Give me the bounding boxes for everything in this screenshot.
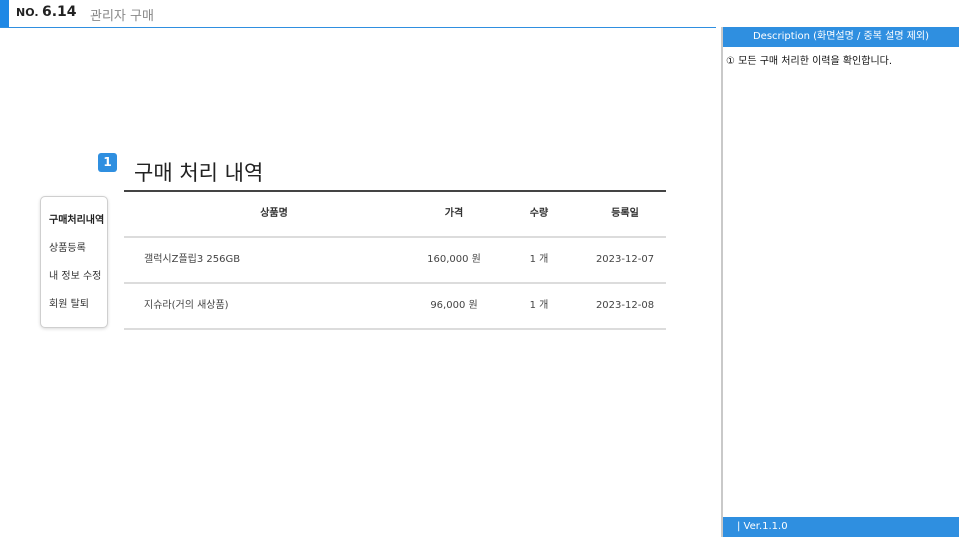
page-number-label: NO.: [16, 6, 39, 19]
section-title: 구매 처리 내역: [134, 161, 264, 185]
side-menu: 구매처리내역 상품등록 내 정보 수정 회원 탈퇴: [40, 196, 108, 328]
section-number-badge: 1: [98, 153, 117, 172]
page-number: 6.14: [42, 4, 77, 20]
qty-cell: 1 개: [529, 254, 549, 265]
column-header-date: 등록일: [611, 208, 639, 219]
date-cell: 2023-12-07: [595, 254, 655, 265]
description-panel: Description (화면설명 / 중복 설명 제외) ① 모든 구매 처리…: [721, 27, 959, 537]
side-menu-item-edit-profile[interactable]: 내 정보 수정: [49, 267, 101, 282]
column-header-qty: 수량: [529, 208, 549, 219]
side-menu-item-withdraw[interactable]: 회원 탈퇴: [49, 295, 89, 310]
description-header: Description (화면설명 / 중복 설명 제외): [723, 27, 959, 47]
page-title: 관리자 구매: [90, 9, 154, 24]
purchase-table: 상품명 가격 수량 등록일 갤럭시Z플립3 256GB 160,000 원 1 …: [124, 190, 666, 330]
header-accent-bar: [0, 0, 9, 27]
price-cell: 96,000 원: [430, 300, 478, 311]
date-cell: 2023-12-08: [595, 300, 655, 311]
column-header-name: 상품명: [260, 208, 288, 219]
version-footer: | Ver.1.1.0: [723, 517, 959, 537]
column-header-price: 가격: [444, 208, 464, 219]
table-row[interactable]: 지슈라(거의 새상품) 96,000 원 1 개 2023-12-08: [124, 284, 666, 330]
price-cell: 160,000 원: [427, 254, 481, 265]
product-name-cell: 지슈라(거의 새상품): [144, 300, 229, 311]
page-header: NO. 6.14 관리자 구매: [0, 0, 716, 28]
side-menu-item-product-register[interactable]: 상품등록: [49, 239, 86, 254]
product-name-cell: 갤럭시Z플립3 256GB: [144, 254, 241, 265]
side-menu-item-purchase-history[interactable]: 구매처리내역: [49, 211, 104, 226]
table-row[interactable]: 갤럭시Z플립3 256GB 160,000 원 1 개 2023-12-07: [124, 238, 666, 284]
qty-cell: 1 개: [529, 300, 549, 311]
description-text: ① 모든 구매 처리한 이력을 확인합니다.: [726, 56, 893, 67]
table-header-row: 상품명 가격 수량 등록일: [124, 192, 666, 238]
